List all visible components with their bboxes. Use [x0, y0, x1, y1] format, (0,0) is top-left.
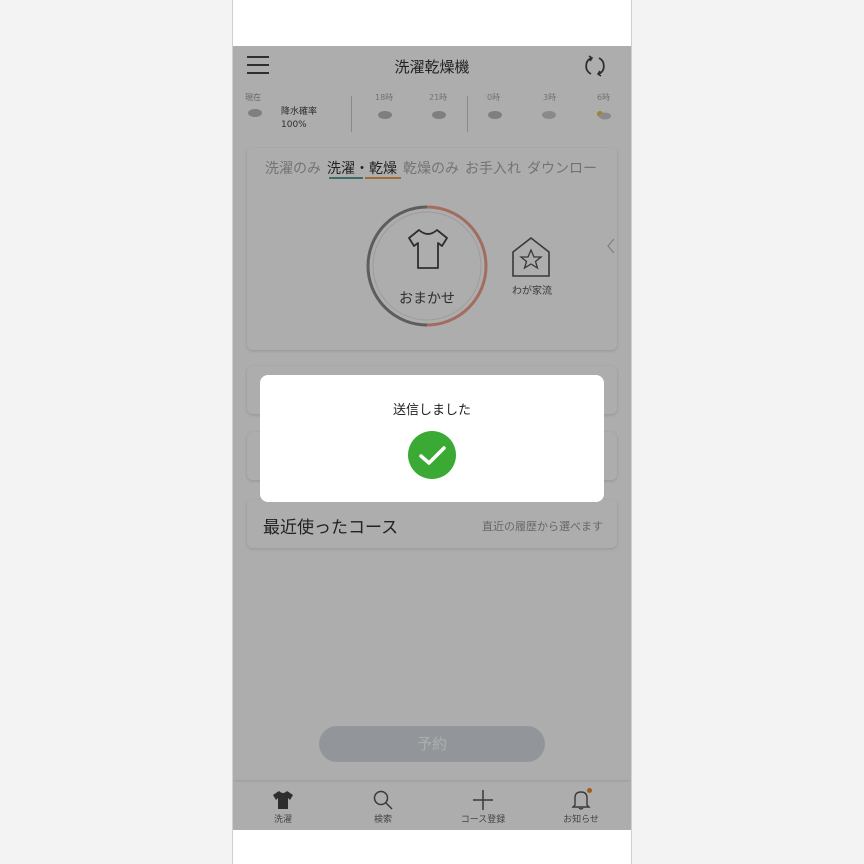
modal-overlay[interactable]: 送信しました: [233, 46, 631, 830]
dialog-message: 送信しました: [392, 403, 471, 418]
sent-dialog: 送信しました: [260, 375, 604, 502]
check-circle-icon: [408, 431, 456, 479]
phone-frame: 洗濯乾燥機 現在 降水確率 100% 18時 21時 0時 3時 6時 洗濯のみ…: [232, 0, 632, 864]
app-screen: 洗濯乾燥機 現在 降水確率 100% 18時 21時 0時 3時 6時 洗濯のみ…: [233, 46, 631, 830]
